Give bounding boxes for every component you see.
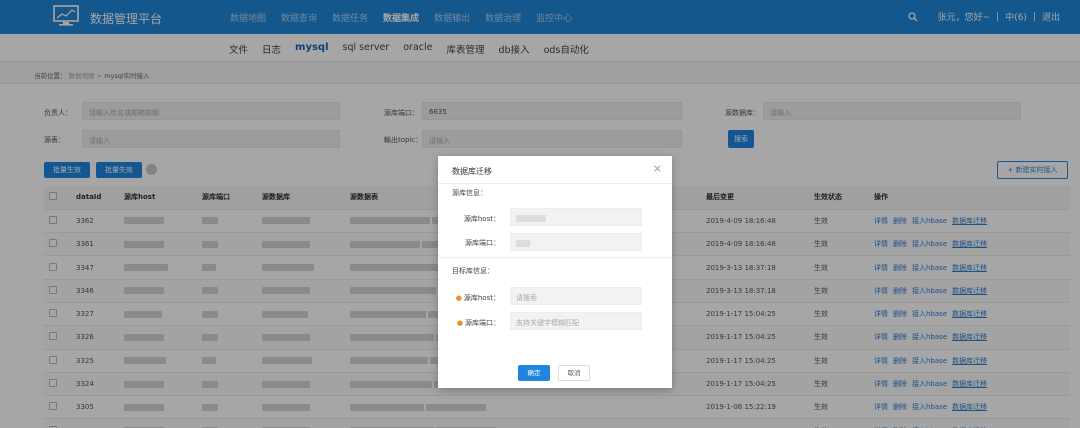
confirm-button[interactable]: 确定 [518,365,550,381]
target-host-input[interactable]: 请搜索 [510,287,642,305]
cancel-button[interactable]: 取消 [558,365,590,381]
target-section-title: 目标库信息： [452,267,494,275]
source-section-title: 源库信息： [452,189,487,197]
db-migration-dialog: 数据库迁移 × 源库信息： 源库host： 源库端口： 目标库信息： ● 源库ho… [438,156,672,388]
divider [438,183,672,184]
source-host-field [510,208,642,226]
source-host-label: 源库host： [463,215,500,223]
source-port-label: 源库端口： [465,239,500,247]
required-icon: ● [455,294,462,302]
target-host-label-text: 源库host： [463,294,500,302]
close-icon[interactable]: × [653,162,662,175]
target-port-input[interactable]: 支持关键字模糊匹配 [510,312,642,330]
target-port-label-text: 源库端口： [465,319,500,327]
source-port-field [510,233,642,251]
target-port-label: ● 源库端口： [438,318,500,328]
divider [438,257,672,258]
dialog-title: 数据库迁移 [452,167,492,176]
target-host-label: ● 源库host： [438,293,500,303]
required-icon: ● [456,319,463,327]
